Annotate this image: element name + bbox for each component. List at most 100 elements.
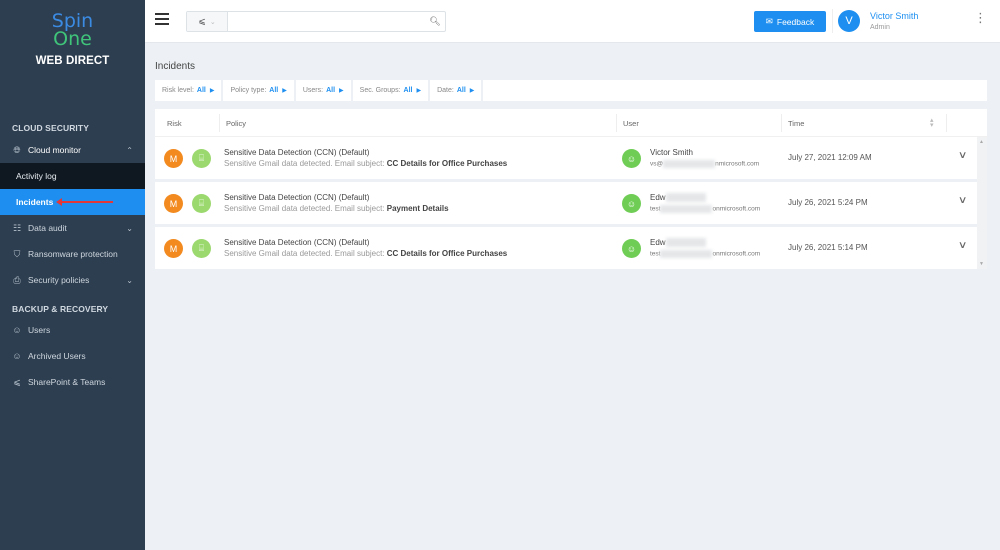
- scan-icon: ⌸: [192, 194, 211, 213]
- share-icon: ⩽: [13, 376, 21, 387]
- filter-value: All: [456, 87, 466, 94]
- sidebar-item-label: Security policies: [28, 275, 90, 285]
- filter-policy-type[interactable]: Policy type: All ▶: [223, 80, 294, 101]
- sidebar-item-users[interactable]: ☺ Users: [0, 317, 145, 343]
- user-avatar[interactable]: V: [838, 10, 860, 32]
- redacted-text: [660, 205, 713, 213]
- row-user-email: vs@ nmicrosoft.com: [650, 160, 759, 168]
- row-user-email: test onmicrosoft.com: [650, 250, 760, 258]
- menu-icon[interactable]: [155, 13, 169, 25]
- column-header-user[interactable]: User: [616, 114, 639, 132]
- table-row[interactable]: M ⌸ Sensitive Data Detection (CCN) (Defa…: [155, 227, 977, 269]
- filter-label: Users:: [302, 87, 324, 94]
- row-user-name: Edw: [650, 193, 706, 203]
- policy-description: Sensitive Gmail data detected. Email sub…: [224, 249, 507, 258]
- redacted-text: [663, 160, 716, 168]
- page-title: Incidents: [155, 61, 196, 72]
- email-prefix: vs@: [650, 160, 664, 168]
- sidebar-item-data-audit[interactable]: ☷ Data audit ⌄: [0, 215, 145, 241]
- chevron-up-icon: ⌃: [126, 145, 133, 155]
- redacted-text: [660, 250, 713, 258]
- filter-date[interactable]: Date: All ▶: [430, 80, 482, 101]
- search-icon[interactable]: 🔍︎: [425, 12, 445, 31]
- column-divider: [946, 114, 947, 132]
- chevron-down-icon: ⌄: [126, 223, 133, 233]
- policy-desc-text: Sensitive Gmail data detected. Email sub…: [224, 249, 387, 258]
- sidebar-item-label: Cloud monitor: [28, 145, 81, 155]
- row-user-name: Edw: [650, 238, 706, 248]
- redacted-text: [665, 238, 706, 248]
- column-header-policy[interactable]: Policy: [219, 114, 246, 132]
- caret-right-icon: ▶: [339, 88, 344, 94]
- email-suffix: onmicrosoft.com: [712, 205, 761, 213]
- mail-icon: ✉︎: [765, 16, 773, 26]
- chevron-down-icon[interactable]: ∨: [958, 240, 968, 251]
- scroll-up-icon[interactable]: ▲: [979, 139, 984, 145]
- sidebar-item-label: SharePoint & Teams: [28, 377, 106, 387]
- policy-desc-text: Sensitive Gmail data detected. Email sub…: [224, 204, 387, 213]
- filter-label: Risk level:: [162, 87, 194, 94]
- filter-bar: Risk level: All ▶ Policy type: All ▶ Use…: [155, 80, 987, 101]
- column-header-time[interactable]: Time: [781, 114, 804, 132]
- risk-badge: M: [164, 149, 183, 168]
- filter-risk-level[interactable]: Risk level: All ▶: [155, 80, 222, 101]
- user-icon: ☺: [622, 194, 641, 213]
- users-icon: ☺: [12, 351, 22, 361]
- email-subject: CC Details for Office Purchases: [386, 249, 508, 258]
- policy-description: Sensitive Gmail data detected. Email sub…: [224, 204, 449, 213]
- feedback-button[interactable]: ✉︎ Feedback: [754, 11, 826, 32]
- table-row[interactable]: M ⌸ Sensitive Data Detection (CCN) (Defa…: [155, 137, 977, 179]
- row-time: July 27, 2021 12:09 AM: [788, 153, 872, 162]
- sidebar-item-security-policies[interactable]: ⎙ Security policies ⌄: [0, 267, 145, 293]
- row-time: July 26, 2021 5:14 PM: [788, 243, 868, 252]
- name-visible: Edw: [650, 238, 666, 247]
- annotation-arrow-icon: [56, 198, 114, 206]
- column-header-risk[interactable]: Risk: [167, 109, 182, 137]
- sidebar-item-label: Data audit: [28, 223, 67, 233]
- sidebar-item-incidents[interactable]: Incidents: [0, 189, 145, 215]
- sidebar-item-sharepoint-teams[interactable]: ⩽ SharePoint & Teams: [0, 369, 145, 395]
- email-suffix: nmicrosoft.com: [715, 160, 760, 168]
- user-name[interactable]: Victor Smith: [870, 11, 918, 21]
- search-scope-dropdown[interactable]: ⩽ ⌄: [187, 12, 228, 31]
- filter-users[interactable]: Users: All ▶: [295, 80, 351, 101]
- sort-icon[interactable]: ▴ ▾: [930, 117, 934, 129]
- sidebar-item-label: Activity log: [16, 171, 57, 181]
- caret-right-icon: ▶: [469, 88, 475, 94]
- chevron-down-icon[interactable]: ∨: [958, 150, 968, 161]
- database-icon: ☷: [12, 222, 22, 233]
- table-row[interactable]: M ⌸ Sensitive Data Detection (CCN) (Defa…: [155, 182, 977, 224]
- policy-icon: ⎙: [13, 274, 21, 285]
- name-visible: Edw: [650, 193, 666, 202]
- caret-right-icon: ▶: [282, 88, 287, 94]
- chevron-down-icon[interactable]: ∨: [958, 195, 968, 206]
- users-icon: ☺: [12, 325, 22, 335]
- filter-label: Policy type:: [230, 87, 267, 94]
- search-box: ⩽ ⌄ 🔍︎: [186, 11, 446, 32]
- logo-one: One: [53, 28, 92, 50]
- filter-value: All: [326, 87, 336, 94]
- user-icon: ☺: [622, 149, 641, 168]
- policy-desc-text: Sensitive Gmail data detected. Email sub…: [224, 159, 387, 168]
- table-scrollbar[interactable]: ▲ ▼: [977, 137, 987, 269]
- more-vertical-icon[interactable]: ⋮: [974, 11, 987, 24]
- sidebar-item-archived-users[interactable]: ☺ Archived Users: [0, 343, 145, 369]
- sidebar: Spin One WEB DIRECT CLOUD SECURITY 🌐︎ Cl…: [0, 0, 145, 550]
- shield-icon: ⛉: [13, 248, 21, 259]
- scroll-down-icon[interactable]: ▼: [979, 261, 984, 267]
- filter-sec-groups[interactable]: Sec. Groups: All ▶: [352, 80, 429, 101]
- email-prefix: test: [650, 205, 661, 213]
- sidebar-item-ransomware-protection[interactable]: ⛉ Ransomware protection: [0, 241, 145, 267]
- policy-title: Sensitive Data Detection (CCN) (Default): [224, 193, 370, 202]
- filter-label: Date:: [437, 87, 454, 94]
- sidebar-item-cloud-monitor[interactable]: 🌐︎ Cloud monitor ⌃: [0, 137, 145, 163]
- user-role: Admin: [870, 24, 890, 31]
- email-suffix: onmicrosoft.com: [712, 250, 761, 258]
- sidebar-item-activity-log[interactable]: Activity log: [0, 163, 145, 189]
- section-title-cloud-security: CLOUD SECURITY: [12, 123, 89, 133]
- search-input[interactable]: [228, 12, 425, 31]
- brand-logo[interactable]: Spin One WEB DIRECT: [0, 0, 145, 90]
- caret-right-icon: ▶: [209, 88, 215, 94]
- policy-description: Sensitive Gmail data detected. Email sub…: [224, 159, 507, 168]
- policy-title: Sensitive Data Detection (CCN) (Default): [224, 148, 370, 157]
